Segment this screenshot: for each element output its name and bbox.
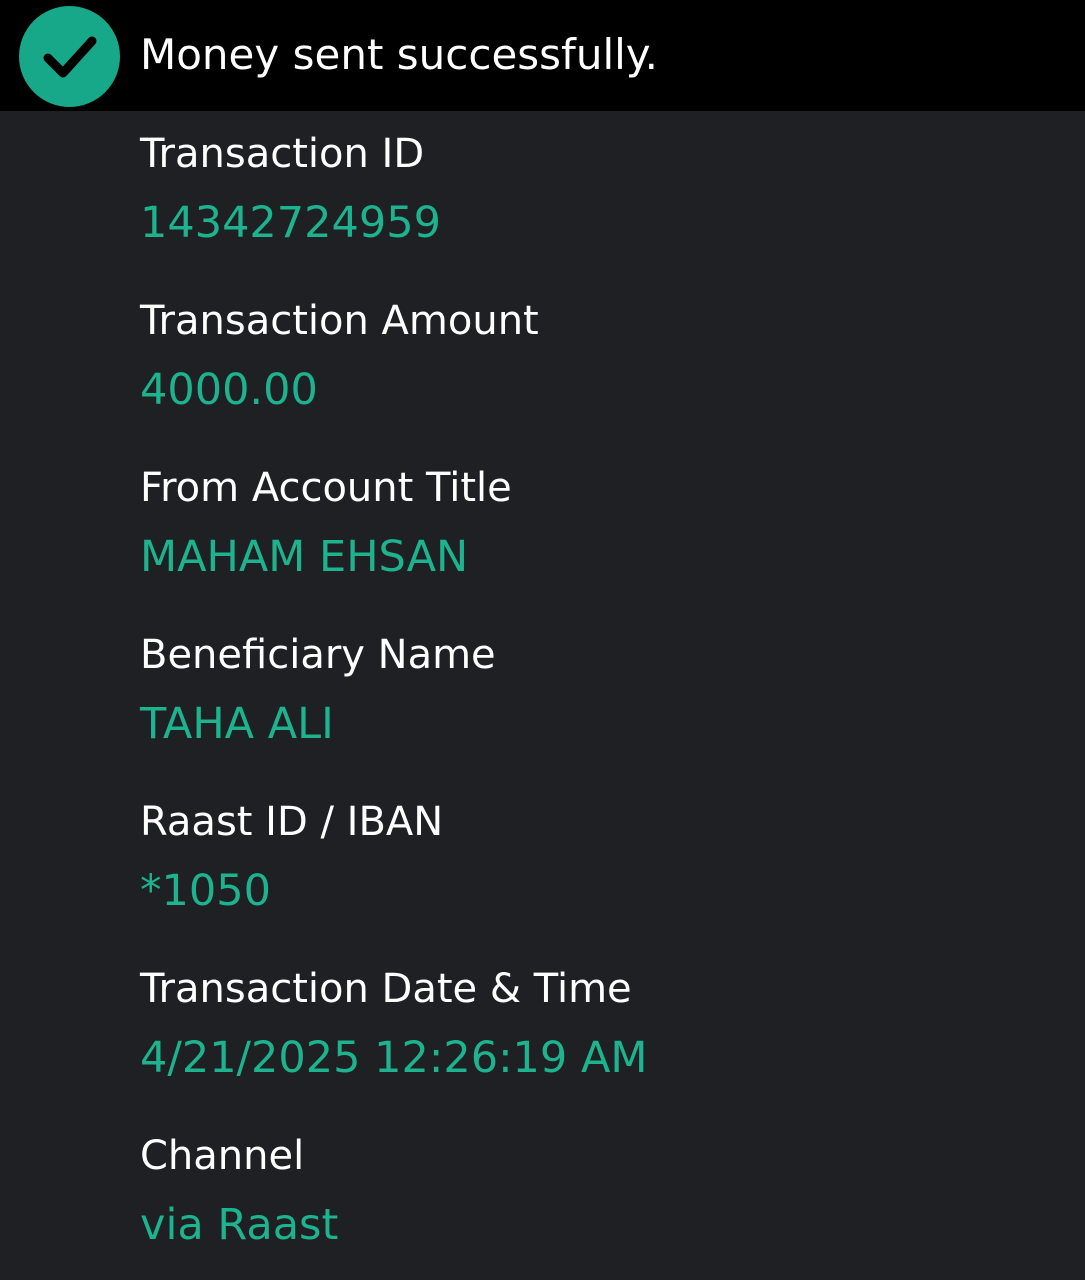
transaction-amount-value: 4000.00: [140, 365, 318, 415]
transaction-amount-label: Transaction Amount: [140, 298, 539, 344]
channel-value: via Raast: [140, 1200, 339, 1250]
beneficiary-name-value: TAHA ALI: [140, 699, 334, 749]
success-message: Money sent successfully.: [140, 30, 659, 79]
raast-id-iban-label: Raast ID / IBAN: [140, 799, 444, 845]
from-account-title-label: From Account Title: [140, 465, 512, 511]
beneficiary-name-label: Beneficiary Name: [140, 632, 496, 678]
channel-label: Channel: [140, 1133, 305, 1179]
from-account-title-value: MAHAM EHSAN: [140, 532, 469, 582]
check-circle-icon: [19, 6, 120, 107]
transaction-id-label: Transaction ID: [140, 131, 425, 177]
transaction-datetime-value: 4/21/2025 12:26:19 AM: [140, 1033, 648, 1083]
raast-id-iban-value: *1050: [140, 866, 271, 916]
transaction-id-value: 14342724959: [140, 198, 441, 248]
transaction-datetime-label: Transaction Date & Time: [140, 966, 632, 1012]
success-banner: Money sent successfully.: [0, 0, 1085, 111]
